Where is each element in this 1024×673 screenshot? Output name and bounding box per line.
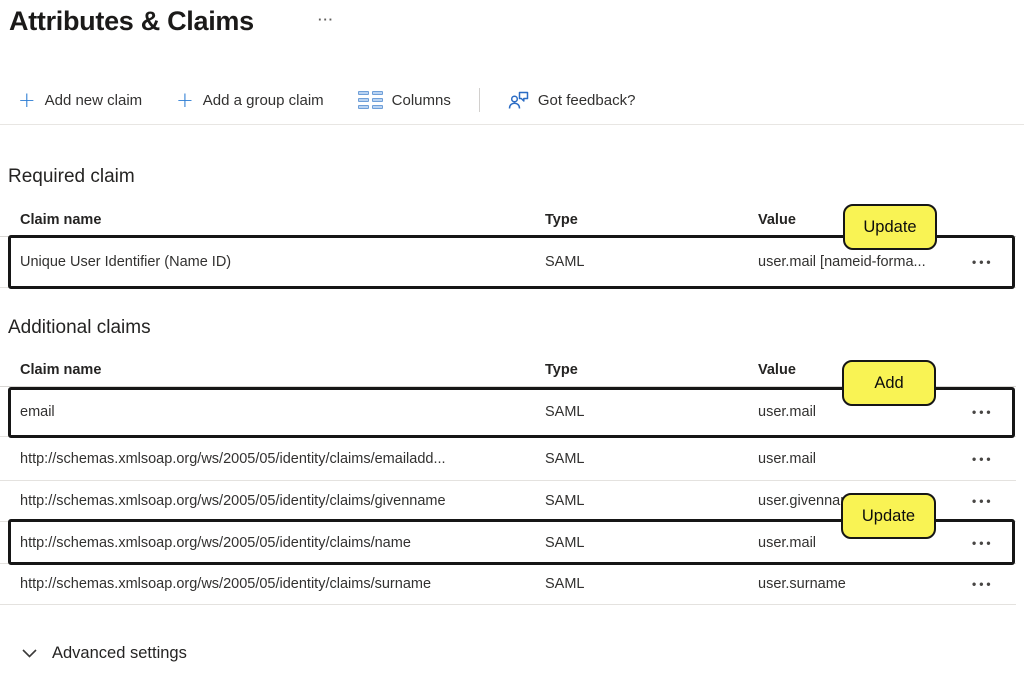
- claim-name-cell: Unique User Identifier (Name ID): [20, 254, 545, 270]
- plus-icon: +: [176, 90, 194, 110]
- toolbar: + Add new claim + Add a group claim Colu…: [18, 86, 635, 114]
- row-more-menu[interactable]: •••: [972, 537, 994, 549]
- table-row-surname[interactable]: http://schemas.xmlsoap.org/ws/2005/05/id…: [0, 564, 1016, 605]
- claim-type-cell: SAML: [545, 254, 758, 270]
- got-feedback-label: Got feedback?: [538, 92, 636, 109]
- claim-value-cell: user.givenname: [758, 493, 972, 509]
- advanced-settings-label: Advanced settings: [52, 644, 187, 663]
- columns-button[interactable]: Columns: [358, 91, 451, 109]
- column-header-type: Type: [545, 362, 758, 378]
- columns-icon: [358, 91, 383, 109]
- row-more-menu[interactable]: •••: [972, 406, 994, 418]
- toolbar-divider: [479, 88, 480, 112]
- claim-value-cell: user.mail [nameid-forma...: [758, 254, 972, 270]
- chevron-down-icon: [22, 649, 37, 658]
- column-header-claim-name: Claim name: [20, 362, 545, 378]
- column-header-value: Value: [758, 212, 972, 228]
- claim-name-cell: http://schemas.xmlsoap.org/ws/2005/05/id…: [20, 493, 545, 509]
- table-row-unique-user-identifier[interactable]: Unique User Identifier (Name ID) SAML us…: [0, 237, 1016, 288]
- table-row-email[interactable]: email SAML user.mail •••: [0, 388, 1016, 437]
- claim-type-cell: SAML: [545, 576, 758, 592]
- title-more-menu[interactable]: ···: [318, 12, 334, 27]
- add-new-claim-label: Add new claim: [45, 92, 143, 109]
- row-more-menu[interactable]: •••: [972, 495, 994, 507]
- table-row-givenname[interactable]: http://schemas.xmlsoap.org/ws/2005/05/id…: [0, 481, 1016, 522]
- claim-type-cell: SAML: [545, 493, 758, 509]
- got-feedback-button[interactable]: Got feedback?: [508, 91, 636, 110]
- add-group-claim-button[interactable]: + Add a group claim: [176, 90, 324, 110]
- plus-icon: +: [18, 90, 36, 110]
- page-title: Attributes & Claims: [9, 6, 254, 37]
- claim-name-cell: http://schemas.xmlsoap.org/ws/2005/05/id…: [20, 576, 545, 592]
- additional-claims-table-header: Claim name Type Value: [0, 354, 1016, 387]
- claim-value-cell: user.surname: [758, 576, 972, 592]
- additional-claims-section-title: Additional claims: [8, 317, 151, 339]
- column-header-type: Type: [545, 212, 758, 228]
- required-claim-table-header: Claim name Type Value: [0, 204, 1016, 237]
- claim-value-cell: user.mail: [758, 404, 972, 420]
- add-group-claim-label: Add a group claim: [203, 92, 324, 109]
- table-row-emailaddress[interactable]: http://schemas.xmlsoap.org/ws/2005/05/id…: [0, 437, 1016, 481]
- column-header-value: Value: [758, 362, 972, 378]
- claim-type-cell: SAML: [545, 535, 758, 551]
- claim-name-cell: http://schemas.xmlsoap.org/ws/2005/05/id…: [20, 451, 545, 467]
- attributes-claims-page: Attributes & Claims ··· + Add new claim …: [0, 0, 1024, 673]
- claim-name-cell: http://schemas.xmlsoap.org/ws/2005/05/id…: [20, 535, 545, 551]
- table-row-name[interactable]: http://schemas.xmlsoap.org/ws/2005/05/id…: [0, 522, 1016, 564]
- advanced-settings-toggle[interactable]: Advanced settings: [22, 644, 187, 663]
- add-new-claim-button[interactable]: + Add new claim: [18, 90, 142, 110]
- row-more-menu[interactable]: •••: [972, 256, 994, 268]
- claim-value-cell: user.mail: [758, 451, 972, 467]
- row-more-menu[interactable]: •••: [972, 453, 994, 465]
- claim-value-cell: user.mail: [758, 535, 972, 551]
- column-header-claim-name: Claim name: [20, 212, 545, 228]
- columns-label: Columns: [392, 92, 451, 109]
- claim-type-cell: SAML: [545, 451, 758, 467]
- feedback-icon: [508, 91, 529, 110]
- required-claim-section-title: Required claim: [8, 166, 135, 188]
- row-more-menu[interactable]: •••: [972, 578, 994, 590]
- claim-name-cell: email: [20, 404, 545, 420]
- claim-type-cell: SAML: [545, 404, 758, 420]
- toolbar-rule: [0, 124, 1024, 125]
